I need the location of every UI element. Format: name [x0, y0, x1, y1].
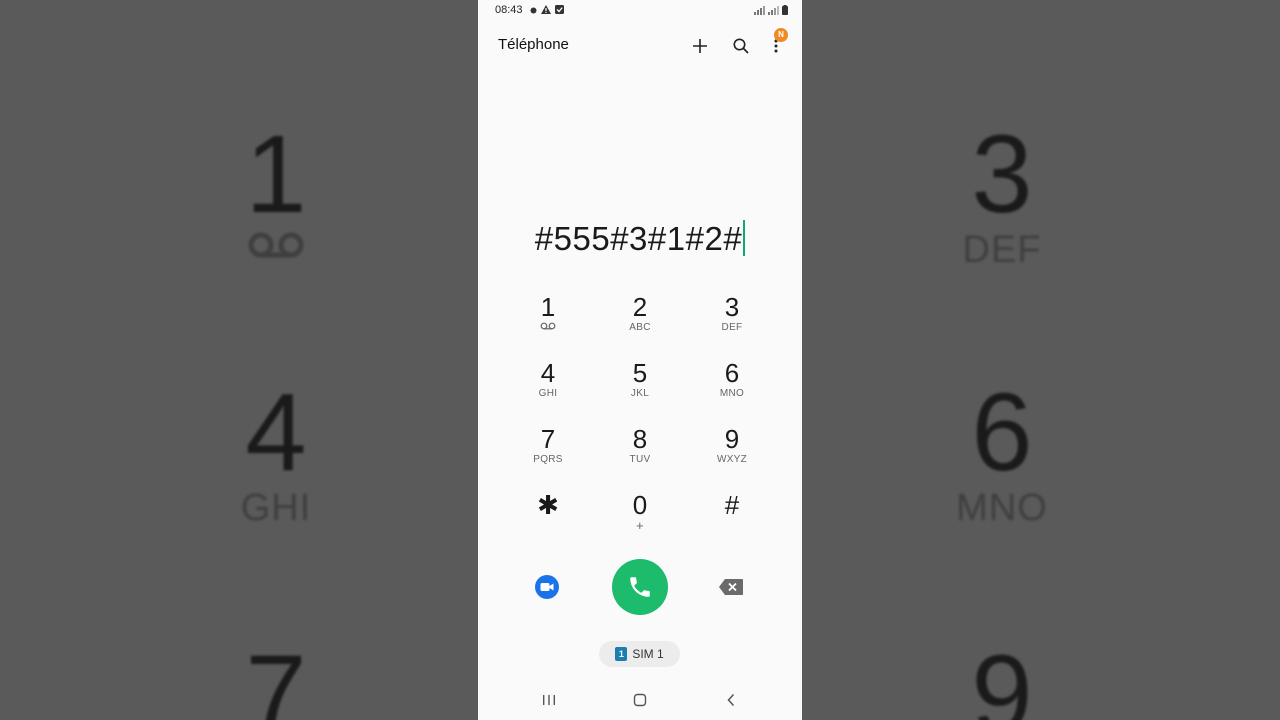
status-bar: 08:43	[478, 0, 802, 20]
sim-selector[interactable]: 1 SIM 1	[599, 641, 680, 667]
key-digit: 6	[724, 358, 740, 388]
bg-key-3: 3 DEF	[922, 120, 1082, 271]
bg-key-1: 1	[196, 120, 356, 263]
signal-icon-2	[768, 5, 779, 18]
recents-button[interactable]	[538, 690, 560, 710]
bg-key-digit: 6	[971, 371, 1033, 494]
page-title: Téléphone	[498, 36, 569, 53]
key-digit: ✱	[537, 490, 559, 520]
key-letters: +	[636, 518, 644, 533]
voicemail-icon	[246, 232, 306, 263]
key-digit: 5	[632, 358, 648, 388]
bg-key-6: 6 MNO	[922, 378, 1082, 529]
battery-icon	[782, 5, 788, 18]
key-digit: #	[724, 490, 740, 520]
key-letters: GHI	[538, 388, 558, 399]
phone-screen: 08:43 Téléphone N #555#3#1#2# 1 2 ABC 3 …	[478, 0, 802, 720]
status-time: 08:43	[495, 4, 523, 16]
phone-icon	[630, 577, 650, 597]
key-digit: 8	[632, 424, 648, 454]
bg-key-letters: DEF	[962, 229, 1042, 271]
home-button[interactable]	[629, 690, 651, 710]
app-bar: Téléphone	[478, 28, 802, 62]
bg-key-digit: 9	[971, 633, 1033, 720]
key-digit: 3	[724, 292, 740, 322]
warning-icon	[541, 5, 551, 17]
recents-icon	[543, 695, 555, 705]
bg-key-4: 4 GHI	[196, 378, 356, 529]
bg-key-digit: 1	[245, 113, 307, 236]
back-icon	[727, 693, 735, 707]
bg-key-digit: 3	[971, 113, 1033, 236]
key-letters: WXYZ	[716, 454, 748, 465]
backspace-button[interactable]	[718, 578, 744, 596]
video-call-icon	[535, 575, 559, 599]
plus-icon	[693, 39, 707, 53]
checkbox-notification-icon	[555, 5, 564, 17]
key-letters: ABC	[629, 322, 651, 333]
key-3[interactable]: 3 DEF	[686, 292, 778, 354]
key-1[interactable]: 1	[502, 292, 594, 354]
bg-key-9: 9	[922, 640, 1082, 720]
key-digit: 0	[632, 490, 648, 520]
key-star[interactable]: ✱	[502, 490, 594, 552]
signal-icon	[754, 5, 765, 18]
bg-key-7: 7	[196, 640, 356, 720]
key-letters: DEF	[721, 322, 743, 333]
key-letters: TUV	[629, 454, 651, 465]
voicemail-icon	[502, 322, 594, 334]
search-button[interactable]	[729, 34, 753, 58]
key-0[interactable]: 0 +	[594, 490, 686, 552]
key-6[interactable]: 6 MNO	[686, 358, 778, 420]
key-8[interactable]: 8 TUV	[594, 424, 686, 486]
key-digit: 1	[540, 292, 556, 322]
sim-number-icon: 1	[615, 647, 628, 661]
key-9[interactable]: 9 WXYZ	[686, 424, 778, 486]
dialer-actions	[478, 558, 802, 616]
key-5[interactable]: 5 JKL	[594, 358, 686, 420]
dialed-number: #555#3#1#2#	[534, 220, 743, 257]
back-button[interactable]	[720, 690, 742, 710]
navigation-bar	[478, 686, 802, 714]
notification-badge: N	[774, 28, 788, 42]
add-contact-button[interactable]	[688, 34, 712, 58]
search-icon	[733, 38, 749, 54]
key-hash[interactable]: #	[686, 490, 778, 552]
video-call-button[interactable]	[535, 575, 559, 599]
key-4[interactable]: 4 GHI	[502, 358, 594, 420]
key-digit: 4	[540, 358, 556, 388]
backspace-icon	[719, 579, 743, 595]
call-button[interactable]	[612, 559, 668, 615]
text-caret	[743, 220, 746, 256]
home-icon	[633, 693, 647, 707]
key-letters: JKL	[630, 388, 650, 399]
background-left: 1 4 GHI 7	[0, 0, 478, 720]
bg-key-digit: 7	[245, 633, 307, 720]
key-digit: 9	[724, 424, 740, 454]
dot-notification-icon	[530, 5, 537, 17]
bg-key-letters: MNO	[956, 487, 1048, 529]
key-digit: 7	[540, 424, 556, 454]
sim-label: SIM 1	[632, 647, 664, 661]
dialed-number-field[interactable]: #555#3#1#2#	[478, 220, 802, 258]
key-7[interactable]: 7 PQRS	[502, 424, 594, 486]
key-2[interactable]: 2 ABC	[594, 292, 686, 354]
key-letters: PQRS	[533, 454, 563, 465]
background-right: 3 DEF 6 MNO 9	[802, 0, 1280, 720]
bg-key-letters: GHI	[240, 487, 312, 529]
key-digit: 2	[632, 292, 648, 322]
key-letters: MNO	[719, 388, 745, 399]
bg-key-digit: 4	[245, 371, 307, 494]
